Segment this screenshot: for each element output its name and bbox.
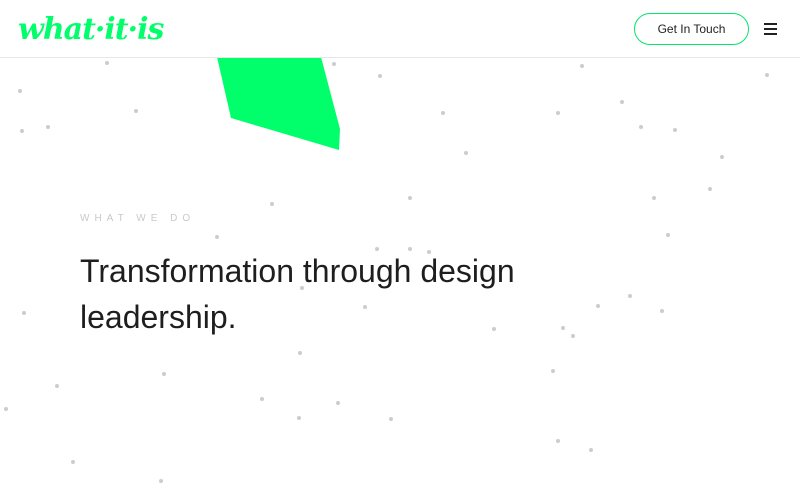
site-header: what·it·is Get In Touch	[0, 0, 800, 58]
section-eyebrow: WHAT WE DO	[80, 213, 196, 224]
hero-headline: Transformation through design leadership…	[80, 253, 515, 335]
hamburger-menu-icon[interactable]	[762, 21, 780, 35]
brand-logo[interactable]: what·it·is	[18, 11, 164, 49]
get-in-touch-button[interactable]: Get In Touch	[634, 13, 749, 45]
menu-bar	[764, 33, 777, 35]
menu-bar	[764, 23, 777, 25]
menu-bar	[764, 28, 777, 30]
decorative-green-shape	[217, 57, 340, 150]
